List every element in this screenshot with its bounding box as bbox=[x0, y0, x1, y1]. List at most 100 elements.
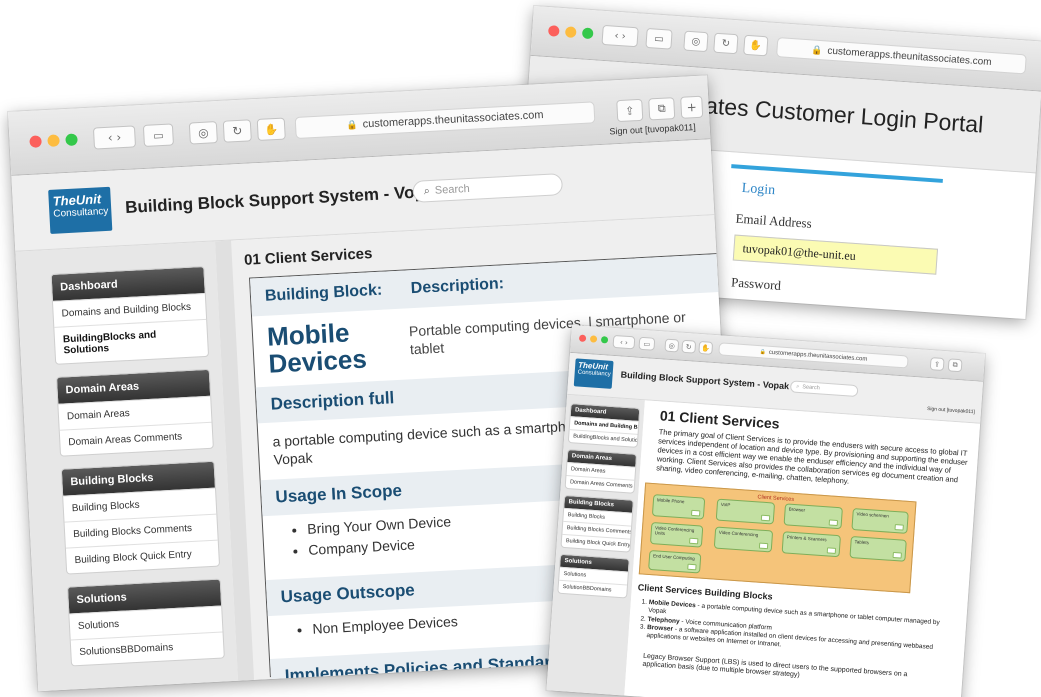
back-forward-button[interactable]: ‹ › bbox=[612, 334, 636, 350]
search-icon: ⌕ bbox=[796, 383, 800, 390]
sidebar-toggle-icon[interactable]: ▭ bbox=[142, 123, 174, 147]
search-icon: ⌕ bbox=[423, 184, 431, 197]
minimize-icon[interactable] bbox=[589, 335, 598, 343]
blocks-list: Mobile Devices - a portable computing de… bbox=[634, 598, 956, 662]
company-logo: TheUnit Consultancy bbox=[573, 358, 614, 389]
reload-icon[interactable]: ↻ bbox=[713, 32, 739, 55]
address-bar[interactable]: 🔒 customerapps.theunitassociates.com bbox=[776, 37, 1027, 75]
block-name: Telephony bbox=[647, 615, 680, 625]
extension-icon[interactable]: ✋ bbox=[743, 34, 769, 57]
nav-group-domain-areas: Domain Areas Domain Areas Domain Areas C… bbox=[564, 448, 638, 494]
sign-out-link[interactable]: Sign out [tuvopak011] bbox=[609, 122, 696, 137]
nav-group-building-blocks: Building Blocks Building Blocks Building… bbox=[560, 494, 634, 553]
email-field[interactable]: tuvopak01@the-unit.eu bbox=[732, 234, 939, 275]
component-icon bbox=[760, 514, 771, 522]
nav-group-solutions: Solutions Solutions SolutionsBBDomains bbox=[66, 578, 225, 667]
extension-icon[interactable]: ✋ bbox=[256, 117, 286, 141]
back-forward-button[interactable]: ‹ › bbox=[92, 125, 137, 150]
window-controls bbox=[547, 25, 594, 40]
close-icon[interactable] bbox=[578, 334, 587, 343]
app-title: Building Block Support System - Vopak bbox=[124, 181, 445, 217]
new-tab-icon[interactable]: + bbox=[680, 95, 704, 119]
extension-icon[interactable]: ✋ bbox=[698, 340, 714, 355]
nav-group-dashboard: Dashboard Domains and Building Blocks Bu… bbox=[50, 265, 210, 365]
reload-icon[interactable]: ↻ bbox=[681, 339, 697, 354]
diagram-box-label: Printers & Scanners bbox=[786, 534, 827, 543]
component-icon bbox=[758, 542, 769, 550]
close-icon[interactable] bbox=[29, 135, 42, 148]
login-form: Login Email Address tuvopak01@the-unit.e… bbox=[722, 164, 943, 312]
diagram-box: Video Conferencing Units bbox=[649, 522, 704, 548]
diagram-box: End User Computing bbox=[648, 549, 702, 574]
zoom-icon[interactable] bbox=[581, 27, 594, 40]
back-forward-button[interactable]: ‹ › bbox=[601, 24, 639, 48]
sidebar-toggle-icon[interactable]: ▭ bbox=[638, 336, 656, 351]
search-placeholder: Search bbox=[802, 384, 820, 392]
sign-out-link[interactable]: Sign out [tuvopak011] bbox=[927, 406, 975, 415]
url-text: customerapps.theunitassociates.com bbox=[768, 349, 868, 363]
window-controls bbox=[578, 334, 609, 344]
diagram-box: Browser bbox=[783, 503, 843, 530]
zoom-icon[interactable] bbox=[65, 133, 78, 147]
tabs-icon[interactable]: ⧉ bbox=[648, 97, 676, 121]
diagram-box: Tablets bbox=[849, 535, 907, 562]
share-icon[interactable]: ⇪ bbox=[616, 98, 644, 123]
diagram-box: Video schermen bbox=[851, 508, 909, 534]
page-title: 01 Client Services bbox=[243, 245, 373, 269]
lock-icon: 🔒 bbox=[346, 119, 358, 130]
search-input[interactable]: ⌕ Search bbox=[789, 380, 859, 398]
diagram-box: Printers & Scanners bbox=[781, 531, 841, 558]
nav-group-domain-areas: Domain Areas Domain Areas Domain Areas C… bbox=[55, 368, 214, 457]
diagram-box-label: Video Conferencing Units bbox=[654, 525, 695, 536]
diagram-box-label: Video Conferencing bbox=[718, 529, 759, 538]
reader-icon[interactable]: ◎ bbox=[683, 30, 709, 53]
reload-icon[interactable]: ↻ bbox=[222, 119, 252, 143]
logo-line2: Consultancy bbox=[577, 369, 611, 378]
component-icon bbox=[826, 547, 837, 554]
component-icon bbox=[689, 537, 699, 545]
client-services-diagram: Client Services Mobile Phone VoIP Browse… bbox=[638, 482, 917, 594]
sidebar: Dashboard Domains and Building Blocks Bu… bbox=[15, 241, 239, 692]
window-controls bbox=[29, 133, 78, 148]
component-icon bbox=[894, 524, 904, 531]
company-logo: TheUnit Consultancy bbox=[48, 186, 113, 234]
diagram-box-label: Video schermen bbox=[856, 511, 890, 519]
diagram-box-label: Browser bbox=[788, 506, 806, 513]
login-heading: Login bbox=[741, 180, 776, 199]
component-icon bbox=[828, 519, 839, 527]
sidebar-item-buildingblocks-and-solutions[interactable]: BuildingBlocks and Solutions bbox=[54, 318, 209, 364]
share-icon[interactable]: ⇪ bbox=[929, 357, 945, 372]
lock-icon: 🔒 bbox=[759, 348, 767, 356]
reader-icon[interactable]: ◎ bbox=[664, 338, 680, 353]
diagram-box-label: Tablets bbox=[854, 539, 869, 546]
diagram-box-label: VoIP bbox=[720, 501, 731, 508]
nav-group-solutions: Solutions Solutions SolutionBBDomains bbox=[557, 553, 630, 599]
app-title: Building Block Support System - Vopak bbox=[620, 369, 790, 392]
diagram-box: Video Conferencing bbox=[713, 526, 774, 553]
component-icon bbox=[690, 509, 701, 517]
bb-label: Building Block: bbox=[264, 281, 383, 305]
reader-icon[interactable]: ◎ bbox=[188, 121, 218, 145]
diagram-box-label: End User Computing bbox=[652, 553, 695, 562]
email-value: tuvopak01@the-unit.eu bbox=[742, 240, 857, 263]
logo-line2: Consultancy bbox=[53, 205, 109, 220]
intro-text: The primary goal of Client Services is t… bbox=[655, 427, 968, 486]
password-label: Password bbox=[730, 274, 782, 293]
component-icon bbox=[892, 551, 902, 559]
zoom-icon[interactable] bbox=[600, 336, 609, 344]
search-input[interactable]: ⌕ Search bbox=[412, 173, 564, 203]
component-icon bbox=[687, 563, 697, 571]
minimize-icon[interactable] bbox=[564, 26, 577, 38]
minimize-icon[interactable] bbox=[47, 134, 60, 147]
diagram-box: Mobile Phone bbox=[651, 494, 706, 520]
url-text: customerapps.theunitassociates.com bbox=[362, 108, 544, 131]
search-placeholder: Search bbox=[434, 182, 471, 197]
description-label: Description: bbox=[410, 275, 505, 298]
address-bar[interactable]: 🔒 customerapps.theunitassociates.com bbox=[294, 101, 596, 139]
nav-group-dashboard: Dashboard Domains and Building Blocks Bu… bbox=[567, 403, 641, 448]
sidebar-toggle-icon[interactable]: ▭ bbox=[645, 27, 673, 50]
close-icon[interactable] bbox=[547, 25, 560, 37]
tabs-icon[interactable]: ⧉ bbox=[947, 358, 963, 373]
diagram-box: VoIP bbox=[715, 498, 776, 525]
diagram-box-label: Mobile Phone bbox=[656, 497, 685, 505]
